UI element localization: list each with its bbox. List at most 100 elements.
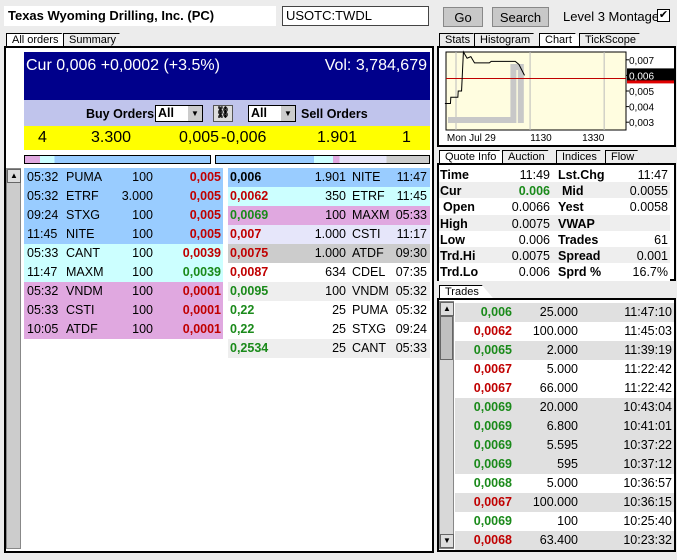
ask-row[interactable]: 0,22 25 STXG 09:24 [228, 320, 430, 339]
orders-scrollbar[interactable]: ▲ [6, 168, 21, 549]
trade-row: 0,0069 20.000 10:43:04 [455, 398, 674, 417]
ask-row[interactable]: 0,0062 350 ETRF 11:45 [228, 187, 430, 206]
tab-tickscope[interactable]: TickScope [579, 33, 651, 47]
x-tick-label: Mon Jul 29 [447, 133, 496, 144]
trade-size: 20.000 [539, 400, 578, 414]
trade-size: 595 [557, 457, 578, 471]
bid-time: 11:45 [27, 227, 58, 241]
bid-time: 09:24 [27, 208, 59, 222]
bid-market-maker: STXG [66, 208, 101, 222]
tab-trades[interactable]: Trades [439, 285, 494, 299]
bid-row[interactable]: 11:45 NITE 100 0,005 [24, 225, 223, 244]
ask-market-maker: ATDF [352, 246, 384, 260]
trade-time: 11:22:42 [624, 381, 672, 395]
scroll-down-icon[interactable]: ▼ [440, 534, 454, 548]
ask-size: 1.000 [314, 227, 346, 241]
bid-time: 10:05 [27, 322, 59, 336]
buy-filter-select[interactable]: All ▼ [155, 105, 203, 122]
bid-row[interactable]: 10:05 ATDF 100 0,0001 [24, 320, 223, 339]
ask-price: 0,22 [230, 322, 255, 336]
ask-row[interactable]: 0,0069 100 MAXM 05:33 [228, 206, 430, 225]
trade-size: 100.000 [532, 495, 578, 509]
level3-montage-label: Level 3 Montage [563, 9, 660, 24]
ask-row[interactable]: 0,22 25 PUMA 05:32 [228, 301, 430, 320]
ask-size: 100 [325, 208, 346, 222]
bid-row[interactable]: 05:32 VNDM 100 0,0001 [24, 282, 223, 301]
trade-size: 100 [557, 514, 578, 528]
trade-row: 0,0067 5.000 11:22:42 [455, 360, 674, 379]
ask-size: 1.000 [314, 246, 346, 260]
sell-filter-value: All [251, 106, 267, 120]
bid-price: 0,0001 [182, 322, 221, 336]
ask-row[interactable]: 0,0075 1.000 ATDF 09:30 [228, 244, 430, 263]
go-button[interactable]: Go [443, 7, 483, 27]
bid-row[interactable]: 05:32 PUMA 100 0,005 [24, 168, 223, 187]
ask-size: 25 [332, 322, 346, 336]
ask-row[interactable]: 0,007 1.000 CSTI 11:17 [228, 225, 430, 244]
ask-time: 09:24 [395, 322, 427, 336]
trade-row: 0,006 25.000 11:47:10 [455, 303, 674, 322]
trade-row: 0,0069 100 10:25:40 [455, 512, 674, 531]
bid-row[interactable]: 05:33 CSTI 100 0,0001 [24, 301, 223, 320]
ask-market-maker: ETRF [352, 189, 385, 203]
trades-scrollbar[interactable]: ▲ ▼ [439, 301, 454, 549]
bid-size: 100 [132, 170, 153, 184]
tab-quote-info[interactable]: Quote Info [439, 150, 511, 164]
bid-market-maker: PUMA [66, 170, 103, 184]
trade-time: 10:36:57 [623, 476, 672, 490]
bid-size: 3.000 [121, 189, 153, 203]
company-name: Texas Wyoming Drilling, Inc. (PC) [4, 6, 276, 26]
x-tick-label: 1130 [530, 133, 552, 144]
trade-time: 10:36:15 [623, 495, 672, 509]
ask-market-maker: NITE [352, 170, 381, 184]
ask-time: 11:17 [396, 227, 427, 241]
best-ask: -0,006 [221, 129, 267, 146]
ask-row[interactable]: 0,0095 100 VNDM 05:32 [228, 282, 430, 301]
x-tick-label: 1330 [582, 133, 605, 144]
volume: Vol: 3,784,679 [324, 57, 427, 74]
ask-row[interactable]: 0,2534 25 CANT 05:33 [228, 339, 430, 358]
trade-price: 0,0069 [473, 457, 512, 471]
bid-row[interactable]: 09:24 STXG 100 0,005 [24, 206, 223, 225]
bid-row[interactable]: 05:33 CANT 100 0,0039 [24, 244, 223, 263]
trade-size: 63.400 [539, 533, 578, 547]
trade-size: 6.800 [546, 419, 578, 433]
bid-row[interactable]: 05:32 ETRF 3.000 0,005 [24, 187, 223, 206]
scroll-up-icon[interactable]: ▲ [7, 169, 21, 183]
tab-auction[interactable]: Auction [502, 150, 560, 164]
trade-time: 10:43:04 [623, 400, 672, 414]
ask-market-maker: CANT [352, 341, 387, 355]
trade-row: 0,0062 100.000 11:45:03 [455, 322, 674, 341]
quote-value: 0.006 [518, 265, 550, 280]
scroll-thumb[interactable] [440, 316, 453, 360]
trade-time: 11:39:19 [624, 343, 672, 357]
scroll-up-icon[interactable]: ▲ [440, 302, 454, 316]
quote-label: Sprd % [558, 265, 602, 280]
ask-market-maker: VNDM [352, 284, 389, 298]
bid-time: 05:33 [27, 303, 59, 317]
current-price: Cur 0,006 +0,0002 (+3.5%) [26, 57, 220, 74]
ask-market-maker: MAXM [352, 208, 390, 222]
trade-size: 5.595 [546, 438, 578, 452]
y-tick-label: 0,004 [629, 103, 654, 114]
sell-filter-select[interactable]: All ▼ [248, 105, 296, 122]
search-button[interactable]: Search [492, 7, 549, 27]
ask-row[interactable]: 0,006 1.901 NITE 11:47 [228, 168, 430, 187]
ask-price: 0,0069 [230, 208, 269, 222]
tab-flow[interactable]: Flow [605, 150, 649, 164]
tab-histogram[interactable]: Histogram [474, 33, 545, 47]
trade-price: 0,0068 [473, 476, 512, 490]
bid-row[interactable]: 11:47 MAXM 100 0,0039 [24, 263, 223, 282]
tab-summary[interactable]: Summary [63, 33, 131, 47]
symbol-input[interactable]: USOTC:TWDL [282, 6, 429, 26]
trade-size: 100.000 [532, 324, 578, 338]
tab-indices[interactable]: Indices [556, 150, 612, 164]
ask-count: 1 [402, 129, 411, 146]
trade-size: 5.000 [546, 362, 578, 376]
chevron-down-icon: ▼ [281, 106, 295, 121]
ask-row[interactable]: 0,0087 634 CDEL 07:35 [228, 263, 430, 282]
buy-orders-label: Buy Orders [86, 107, 155, 121]
level3-montage-checkbox[interactable]: ✔ [657, 9, 670, 22]
link-icon[interactable]: ⛓ [213, 105, 233, 122]
ask-price: 0,22 [230, 303, 255, 317]
